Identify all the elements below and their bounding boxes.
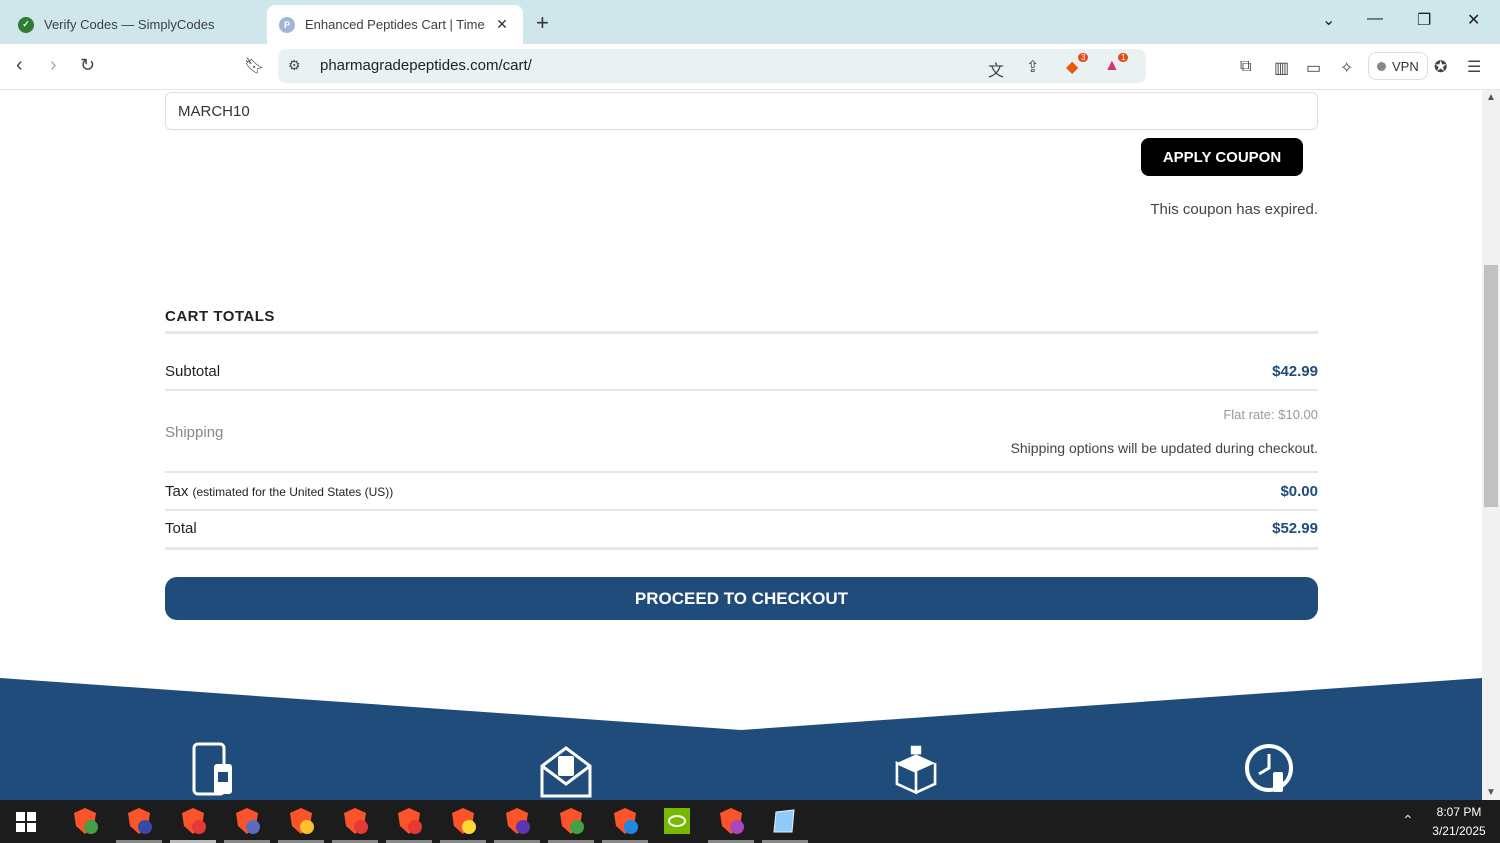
tab-search-chevron-icon[interactable]: ⌄: [1322, 10, 1335, 30]
divider: [165, 509, 1318, 511]
brave-browser-app-icon[interactable]: [178, 806, 208, 836]
page-scrollbar[interactable]: ▲ ▼: [1482, 90, 1500, 800]
divider: [165, 331, 1318, 334]
apply-coupon-button[interactable]: APPLY COUPON: [1141, 138, 1303, 176]
url-text: pharmagradepeptides.com/cart/: [320, 57, 532, 74]
page-content: APPLY COUPON This coupon has expired. CA…: [0, 90, 1482, 800]
brave-rewards-icon[interactable]: ▲: [1104, 57, 1120, 75]
tab-verify-codes[interactable]: ✓ Verify Codes — SimplyCodes: [6, 5, 264, 44]
vpn-status-icon: [1377, 61, 1386, 71]
leo-ai-icon[interactable]: ✧: [1340, 58, 1353, 78]
shipping-box-icon: [895, 745, 937, 795]
brave-browser-app-icon[interactable]: [556, 806, 586, 836]
vpn-label: VPN: [1392, 58, 1419, 74]
brave-browser-app-icon[interactable]: [716, 806, 746, 836]
back-icon[interactable]: ‹: [16, 54, 23, 77]
wallet-icon[interactable]: ▭: [1306, 58, 1321, 78]
brave-browser-app-icon[interactable]: [70, 806, 100, 836]
brave-browser-app-icon[interactable]: [124, 806, 154, 836]
email-vial-icon: [540, 746, 592, 798]
brave-browser-app-icon[interactable]: [610, 806, 640, 836]
forward-icon[interactable]: ›: [50, 54, 57, 77]
divider: [165, 389, 1318, 391]
tax-label: Tax: [165, 483, 189, 500]
tray-overflow-icon[interactable]: ⌃: [1402, 812, 1414, 829]
tab-enhanced-peptides-cart[interactable]: P Enhanced Peptides Cart | Time ✕: [267, 5, 523, 44]
brave-browser-app-icon[interactable]: [394, 806, 424, 836]
coupon-error-message: This coupon has expired.: [1150, 201, 1318, 218]
restore-icon[interactable]: ❐: [1417, 10, 1431, 30]
tax-value: $0.00: [1280, 483, 1318, 500]
pharmagrade-favicon-icon: P: [279, 16, 295, 33]
total-label: Total: [165, 520, 197, 537]
subtotal-label: Subtotal: [165, 363, 221, 380]
translate-icon[interactable]: 文: [988, 57, 1004, 81]
rewards-count-badge: 1: [1118, 53, 1129, 62]
windows-taskbar: ⌃ 8:07 PM 3/21/2025: [0, 800, 1500, 843]
cart-totals-heading: CART TOTALS: [165, 308, 275, 325]
close-tab-icon[interactable]: ✕: [493, 16, 511, 33]
brave-browser-app-icon[interactable]: [340, 806, 370, 836]
shipping-rate: Flat rate: $10.00: [1223, 407, 1318, 422]
coupon-code-input[interactable]: [165, 92, 1318, 130]
brave-browser-app-icon[interactable]: [286, 806, 316, 836]
windows-start-icon[interactable]: [16, 812, 36, 832]
site-settings-icon[interactable]: ⚙: [288, 57, 301, 74]
sidebar-icon[interactable]: ▥: [1274, 58, 1289, 78]
clock-vial-icon: [1245, 744, 1293, 792]
nvidia-app-icon[interactable]: [662, 806, 692, 836]
system-clock[interactable]: 8:07 PM 3/21/2025: [1426, 803, 1492, 841]
simplycodes-favicon-icon: ✓: [18, 16, 34, 33]
total-value: $52.99: [1272, 520, 1318, 537]
shipping-note: Shipping options will be updated during …: [1010, 440, 1318, 456]
divider: [165, 471, 1318, 473]
scroll-down-icon[interactable]: ▼: [1486, 787, 1496, 798]
mobile-order-icon: [192, 742, 232, 796]
proceed-to-checkout-button[interactable]: PROCEED TO CHECKOUT: [165, 577, 1318, 620]
brave-browser-app-icon[interactable]: [448, 806, 478, 836]
clock-date: 3/21/2025: [1432, 824, 1486, 838]
close-window-icon[interactable]: ✕: [1467, 10, 1480, 30]
reload-icon[interactable]: ↻: [80, 55, 95, 76]
shields-count-badge: 3: [1078, 53, 1089, 62]
tax-note: (estimated for the United States (US)): [192, 485, 394, 499]
browser-toolbar: ‹ › ↻ 🔖︎ ⚙ pharmagradepeptides.com/cart/…: [0, 44, 1500, 90]
brave-browser-app-icon[interactable]: [232, 806, 262, 836]
scroll-up-icon[interactable]: ▲: [1486, 92, 1496, 103]
clock-time: 8:07 PM: [1436, 805, 1482, 819]
bookmark-icon[interactable]: 🔖︎: [244, 56, 264, 76]
menu-icon[interactable]: ☰: [1467, 57, 1481, 77]
profile-icon[interactable]: ✪: [1434, 57, 1447, 77]
shipping-label: Shipping: [165, 424, 224, 441]
minimize-icon[interactable]: —: [1367, 10, 1383, 28]
share-icon[interactable]: ⇪: [1026, 57, 1039, 77]
subtotal-value: $42.99: [1272, 363, 1318, 380]
new-tab-icon[interactable]: +: [536, 10, 549, 36]
vpn-button[interactable]: VPN: [1368, 52, 1428, 80]
browser-tab-bar: ✓ Verify Codes — SimplyCodes P Enhanced …: [0, 0, 1500, 44]
extensions-icon[interactable]: ⧉: [1240, 58, 1251, 76]
scrollbar-thumb[interactable]: [1484, 265, 1498, 507]
tab-title: Enhanced Peptides Cart | Time: [305, 17, 485, 32]
tab-title: Verify Codes — SimplyCodes: [44, 17, 215, 32]
brave-shields-icon[interactable]: ◆: [1066, 57, 1078, 77]
brave-browser-app-icon[interactable]: [502, 806, 532, 836]
divider: [165, 547, 1318, 550]
tax-row-label: Tax (estimated for the United States (US…: [165, 483, 393, 500]
notepad-app-icon[interactable]: [770, 806, 800, 836]
address-bar[interactable]: ⚙ pharmagradepeptides.com/cart/ 文 ⇪ ◆ 3 …: [278, 49, 1146, 83]
